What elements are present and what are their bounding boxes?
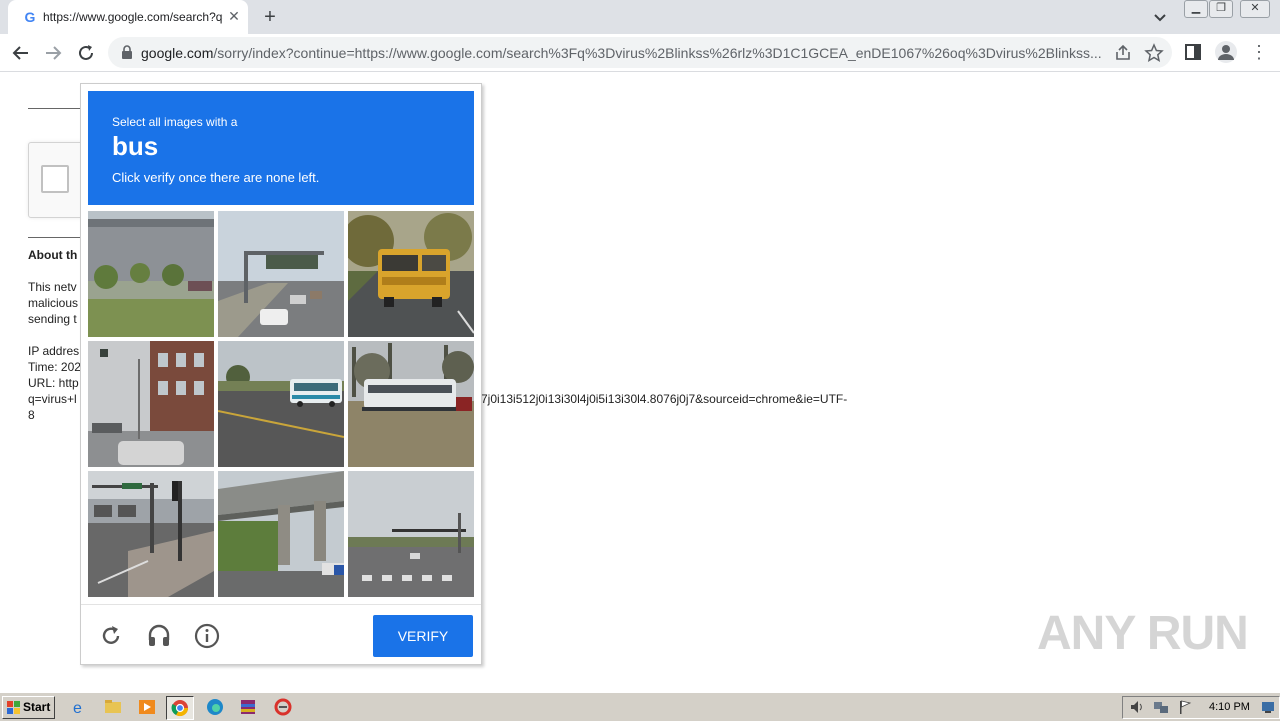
taskbar: Start e 4:10 PM (0, 692, 1280, 721)
tile-highway-sign[interactable] (218, 211, 344, 337)
edge-taskbar-icon[interactable] (202, 696, 228, 718)
reload-icon[interactable] (75, 42, 97, 64)
svg-text:e: e (73, 700, 82, 717)
side-panel-icon[interactable] (1184, 43, 1202, 61)
explorer-taskbar-icon[interactable] (100, 696, 126, 718)
divider (28, 237, 80, 238)
url-line: URL: http (28, 376, 79, 390)
chrome-taskbar-icon[interactable] (166, 696, 194, 720)
para-line: malicious (28, 296, 79, 310)
reload-challenge-icon[interactable] (98, 623, 124, 649)
captcha-image-grid (88, 211, 476, 599)
back-arrow-icon[interactable] (10, 42, 32, 64)
ip-address-line: IP addres (28, 344, 80, 358)
action-center-flag-icon[interactable] (1177, 699, 1193, 715)
para-line: sending t (28, 312, 77, 326)
windows-flag-icon (7, 701, 20, 714)
tab-search-chevron-icon[interactable] (1150, 7, 1170, 27)
query-line-start: q=virus+l (28, 392, 77, 406)
restore-button[interactable]: ❐ (1209, 0, 1233, 18)
captcha-target-word: bus (112, 131, 159, 161)
audio-challenge-headphones-icon[interactable] (146, 623, 172, 649)
bookmark-star-icon[interactable] (1144, 43, 1164, 63)
tab-title: https://www.google.com/search?q= (43, 10, 223, 24)
url-text[interactable]: google.com/sorry/index?continue=https://… (141, 45, 1106, 61)
captcha-instruction-line2: Click verify once there are none left. (112, 170, 320, 185)
start-button[interactable]: Start (2, 696, 55, 719)
new-tab-button[interactable]: + (259, 6, 281, 28)
browser-toolbar: google.com/sorry/index?continue=https://… (0, 34, 1280, 72)
tab-close-icon[interactable]: ✕ (226, 8, 242, 24)
google-favicon-icon: G (24, 9, 36, 25)
tile-road-bus[interactable] (218, 341, 344, 467)
volume-icon[interactable] (1129, 699, 1145, 715)
tile-traffic-lights[interactable] (88, 471, 214, 597)
recaptcha-checkbox[interactable] (41, 165, 69, 193)
start-label: Start (23, 700, 51, 714)
profile-avatar-icon[interactable] (1215, 41, 1237, 63)
share-icon[interactable] (1113, 43, 1133, 63)
browser-tab[interactable]: G https://www.google.com/search?q= ✕ (8, 0, 248, 34)
anyrun-taskbar-icon[interactable] (270, 696, 296, 718)
divider (28, 108, 80, 109)
captcha-instruction-line1: Select all images with a (112, 115, 238, 129)
network-icon[interactable] (1153, 699, 1169, 715)
about-heading: About th (28, 248, 78, 262)
captcha-challenge: Select all images with a bus Click verif… (80, 83, 482, 665)
query-line-wrap: 8 (28, 408, 35, 422)
media-player-taskbar-icon[interactable] (134, 696, 160, 718)
tile-school-bus[interactable] (348, 211, 474, 337)
clock: 4:10 PM (1209, 701, 1250, 713)
lock-icon[interactable] (120, 45, 134, 59)
system-tray: 4:10 PM (1122, 696, 1280, 719)
time-line: Time: 202 (28, 360, 81, 374)
captcha-header: Select all images with a bus Click verif… (88, 91, 474, 205)
tab-strip: G https://www.google.com/search?q= ✕ + ▁… (0, 0, 1280, 34)
tile-building-trees[interactable] (88, 211, 214, 337)
para-line: This netv (28, 280, 77, 294)
tile-white-bus[interactable] (348, 341, 474, 467)
captcha-footer: VERIFY (81, 604, 481, 665)
tile-crosswalk[interactable] (348, 471, 474, 597)
ie-taskbar-icon[interactable]: e (67, 696, 93, 718)
minimize-button[interactable]: ▁ (1184, 0, 1208, 18)
close-window-button[interactable]: ✕ (1240, 0, 1270, 18)
tile-overpass[interactable] (218, 471, 344, 597)
verify-button[interactable]: VERIFY (373, 615, 473, 657)
show-desktop-icon[interactable] (1261, 700, 1275, 714)
forward-arrow-icon[interactable] (42, 42, 64, 64)
url-domain: google.com (141, 45, 214, 61)
url-path: /sorry/index?continue=https://www.google… (213, 45, 1102, 61)
address-bar[interactable]: google.com/sorry/index?continue=https://… (108, 37, 1172, 68)
info-icon[interactable] (194, 623, 220, 649)
query-line-end: 7j0i13i512j0i13i30l4j0i5i13i30l4.8076j0j… (481, 392, 848, 406)
winrar-taskbar-icon[interactable] (235, 696, 261, 718)
tile-street-building[interactable] (88, 341, 214, 467)
menu-dots-icon[interactable]: ⋮ (1250, 42, 1268, 62)
anyrun-watermark: ANY RUN (1037, 607, 1249, 660)
